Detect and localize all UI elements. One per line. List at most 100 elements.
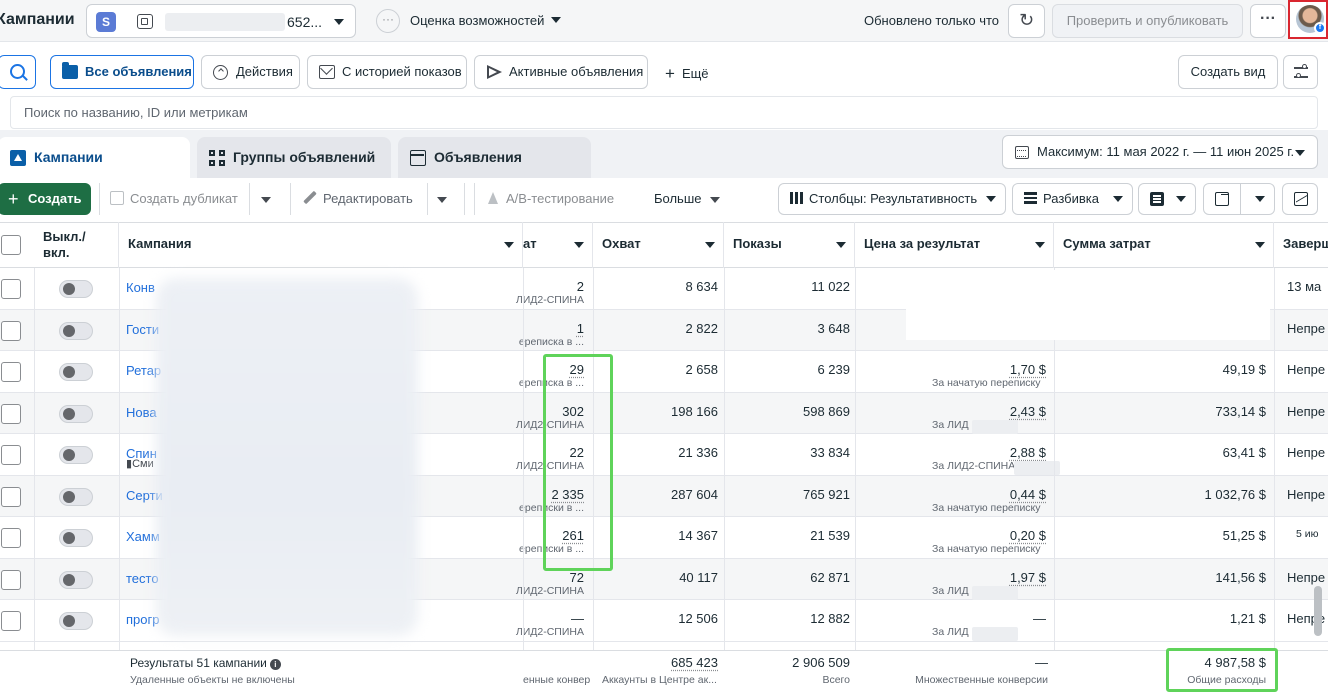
column-header-impressions[interactable]: Показы bbox=[724, 222, 855, 268]
chart-line-icon bbox=[1294, 192, 1308, 206]
column-header-results[interactable]: ат bbox=[515, 222, 593, 268]
filter-settings-button[interactable] bbox=[1283, 55, 1318, 89]
account-selector[interactable]: S 652... bbox=[86, 4, 356, 38]
row-checkbox[interactable] bbox=[1, 486, 21, 507]
duplicate-button[interactable]: Создать дубликат bbox=[110, 183, 238, 215]
profile-button[interactable]: f bbox=[1288, 0, 1328, 39]
cost-per-result-type: За начатую переписку bbox=[932, 501, 1041, 514]
charts-button[interactable] bbox=[1282, 183, 1318, 215]
filter-with-impressions[interactable]: С историей показов bbox=[307, 55, 467, 89]
column-divider bbox=[119, 268, 120, 650]
filter-all-ads[interactable]: Все объявления bbox=[50, 55, 194, 89]
column-header-amount-spent[interactable]: Сумма затрат bbox=[1054, 222, 1274, 268]
row-checkbox[interactable] bbox=[1, 528, 21, 548]
tab-campaigns[interactable]: Кампании bbox=[0, 137, 190, 178]
search-input[interactable] bbox=[10, 96, 1318, 129]
more-options-button[interactable]: ··· bbox=[1250, 4, 1286, 38]
reports-button[interactable] bbox=[1138, 183, 1196, 215]
impressions-value: 62 871 bbox=[810, 569, 850, 585]
campaign-name-link[interactable]: прогр bbox=[126, 612, 159, 627]
campaign-toggle[interactable] bbox=[59, 570, 93, 589]
divider bbox=[427, 183, 428, 215]
date-range-picker[interactable]: Максимум: 11 мая 2022 г. — 11 июн 2025 г… bbox=[1002, 135, 1318, 169]
row-checkbox[interactable] bbox=[1, 362, 21, 382]
scrollbar[interactable] bbox=[1314, 586, 1322, 636]
campaign-name-link[interactable]: Нова bbox=[126, 405, 157, 420]
columns-button[interactable]: Столбцы: Результативность bbox=[778, 183, 1006, 215]
cost-per-result-type: За ЛИД bbox=[932, 584, 969, 597]
create-view-button[interactable]: Создать вид bbox=[1178, 55, 1278, 89]
page-icon bbox=[137, 14, 153, 29]
impressions-value: 765 921 bbox=[803, 486, 850, 502]
duplicate-dropdown-icon[interactable] bbox=[261, 197, 271, 203]
header-label: Кампания bbox=[128, 236, 192, 251]
export-button[interactable] bbox=[1203, 183, 1275, 215]
cost-per-result-type: За ЛИД bbox=[932, 626, 969, 638]
duplicate-icon bbox=[110, 191, 124, 205]
end-date-value: 13 ма bbox=[1287, 279, 1322, 294]
ab-test-button[interactable]: A/B-тестирование bbox=[486, 183, 614, 215]
amount-spent-value: 733,14 $ bbox=[1215, 403, 1266, 419]
campaign-name-link[interactable]: Хамм bbox=[126, 529, 160, 544]
chevron-down-icon[interactable] bbox=[551, 17, 561, 23]
opportunity-score-button[interactable]: Оценка возможностей bbox=[410, 13, 544, 28]
chevron-down-icon bbox=[1176, 196, 1186, 202]
end-date-value: Непре bbox=[1287, 403, 1326, 419]
campaign-name-redacted-edge bbox=[418, 434, 523, 475]
filter-label: Все объявления bbox=[85, 64, 192, 79]
edit-button[interactable]: Редактировать bbox=[303, 183, 413, 215]
column-header-toggle[interactable]: Выкл./ вкл. bbox=[34, 222, 119, 268]
impressions-value: 33 834 bbox=[810, 445, 850, 460]
filter-active-ads[interactable]: Активные объявления bbox=[474, 55, 648, 89]
tab-ad-sets[interactable]: Группы объявлений bbox=[197, 137, 391, 178]
edit-dropdown-icon[interactable] bbox=[437, 197, 447, 203]
campaign-name-link[interactable]: Гости bbox=[126, 322, 159, 337]
select-all-checkbox[interactable] bbox=[1, 235, 21, 255]
campaign-toggle[interactable] bbox=[59, 487, 93, 506]
divider bbox=[290, 183, 291, 215]
search-icon[interactable] bbox=[0, 55, 36, 89]
more-actions-button[interactable]: Больше bbox=[654, 183, 702, 215]
row-checkbox[interactable] bbox=[1, 445, 21, 465]
breakdown-icon bbox=[1024, 192, 1037, 204]
results-type: ЛИД2-СПИНА bbox=[515, 294, 584, 306]
redacted-area bbox=[906, 270, 1270, 340]
review-publish-button[interactable]: Проверить и опубликовать bbox=[1052, 4, 1243, 38]
chevron-down-icon bbox=[836, 242, 846, 248]
tab-ads[interactable]: Объявления bbox=[398, 137, 591, 178]
campaign-toggle[interactable] bbox=[59, 363, 93, 381]
row-checkbox[interactable] bbox=[1, 403, 21, 424]
more-filters-button[interactable]: + Ещё bbox=[665, 63, 709, 83]
chevron-down-icon bbox=[1295, 150, 1305, 156]
campaign-name-link[interactable]: тесто bbox=[126, 571, 159, 586]
campaign-toggle[interactable] bbox=[59, 446, 93, 464]
row-checkbox[interactable] bbox=[1, 611, 21, 631]
refresh-button[interactable]: ↻ bbox=[1008, 4, 1045, 38]
column-header-end[interactable]: Заверш bbox=[1274, 222, 1328, 268]
column-header-cost-per-result[interactable]: Цена за результат bbox=[855, 222, 1054, 268]
campaign-name-link[interactable]: Конв bbox=[126, 280, 155, 295]
ad-icon bbox=[410, 150, 426, 166]
campaign-toggle[interactable] bbox=[59, 321, 93, 340]
filter-actions[interactable]: Действия bbox=[201, 55, 300, 89]
column-divider bbox=[1274, 268, 1275, 650]
amount-spent-value: 49,19 $ bbox=[1222, 362, 1266, 377]
row-checkbox[interactable] bbox=[1, 279, 21, 299]
campaign-toggle[interactable] bbox=[59, 612, 93, 630]
info-icon[interactable]: i bbox=[269, 659, 281, 670]
create-button[interactable]: + Создать bbox=[0, 183, 91, 215]
campaign-toggle[interactable] bbox=[59, 529, 93, 547]
campaign-toggle[interactable] bbox=[59, 280, 93, 298]
grid-icon bbox=[209, 150, 225, 166]
breakdown-button[interactable]: Разбивка bbox=[1012, 183, 1133, 215]
row-checkbox[interactable] bbox=[1, 569, 21, 590]
highlight-total-spent bbox=[1166, 648, 1278, 692]
more-actions-label: Больше bbox=[654, 191, 702, 206]
column-header-reach[interactable]: Охват bbox=[593, 222, 724, 268]
chevron-down-icon[interactable] bbox=[710, 197, 720, 203]
campaign-toggle[interactable] bbox=[59, 404, 93, 423]
column-header-campaign[interactable]: Кампания bbox=[119, 222, 523, 268]
cost-per-result-type: За начатую переписку bbox=[932, 543, 1041, 555]
row-checkbox[interactable] bbox=[1, 320, 21, 341]
cost-per-result-value: 0,20 $ bbox=[1009, 528, 1046, 543]
